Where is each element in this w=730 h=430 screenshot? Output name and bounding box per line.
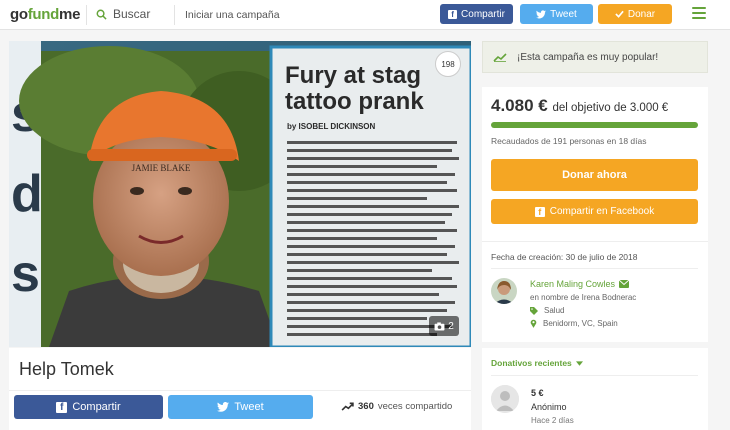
envelope-icon[interactable]: [619, 280, 630, 288]
byline: by ISOBEL DICKINSON: [287, 122, 376, 131]
popular-banner: ¡Esta campaña es muy popular!: [482, 41, 708, 73]
raised-summary: Recaudados de 191 personas en 18 días: [491, 136, 647, 146]
twitter-icon: [217, 402, 230, 412]
gofundme-logo[interactable]: gofundme: [10, 6, 80, 23]
divider: [491, 268, 698, 269]
location: Benidorm, VC, Spain: [530, 319, 618, 328]
facebook-share-button[interactable]: f Compartir: [14, 395, 163, 419]
search-link[interactable]: Buscar: [96, 7, 150, 21]
share-row: f Compartir Tweet 360 veces compartido: [9, 390, 471, 430]
organizer-name[interactable]: Karen Maling Cowles: [530, 279, 630, 289]
search-label: Buscar: [113, 7, 151, 21]
facebook-icon: f: [534, 206, 545, 217]
divider: [491, 375, 698, 376]
svg-text:d: d: [11, 165, 43, 223]
category[interactable]: Salud: [530, 306, 564, 315]
photo-counter-badge: 198: [435, 51, 461, 77]
recent-donations: Donativos recientes 5 € Anónimo Hace 2 d…: [482, 348, 708, 430]
organizer-card: Fecha de creación: 30 de julio de 2018 K…: [482, 241, 708, 342]
svg-text:s: s: [11, 245, 40, 303]
raised-amount: 4.080 € del objetivo de 3.000 €: [491, 96, 669, 115]
donation-time: Hace 2 días: [531, 416, 574, 425]
campaign-title-box: Help Tomek: [9, 348, 471, 390]
hamburger-menu-icon[interactable]: [692, 7, 706, 19]
tag-icon: [530, 306, 538, 315]
header-divider: [86, 5, 87, 25]
header-divider: [174, 5, 175, 25]
donor-name: Anónimo: [531, 402, 567, 412]
donate-now-button[interactable]: Donar ahora: [491, 159, 698, 191]
created-date: Fecha de creación: 30 de julio de 2018: [491, 252, 638, 262]
tweet-button[interactable]: Tweet: [168, 395, 313, 419]
on-behalf-of: en nombre de Irena Bodnerac: [530, 293, 637, 302]
facebook-icon: f: [56, 401, 68, 413]
header-tweet-button[interactable]: Tweet: [520, 4, 593, 24]
checkmark-icon: [615, 10, 624, 18]
header-donate-button[interactable]: Donar: [598, 4, 672, 24]
organizer-avatar[interactable]: [491, 278, 517, 304]
location-pin-icon: [530, 319, 537, 328]
chevron-down-icon: [575, 360, 583, 366]
progress-bar-fill: [491, 122, 698, 128]
top-navbar: gofundme Buscar Iniciar una campaña f Co…: [0, 0, 730, 30]
newspaper-photo: s d s JAMIE BLAKE Fury at stag tattoo pr…: [9, 41, 471, 347]
facebook-share-sidebar-button[interactable]: f Compartir en Facebook: [491, 199, 698, 224]
progress-bar: [491, 122, 698, 128]
trending-icon: [341, 402, 354, 411]
twitter-icon: [536, 9, 547, 18]
svg-text:JAMIE BLAKE: JAMIE BLAKE: [132, 163, 191, 173]
share-count: 360 veces compartido: [341, 401, 452, 412]
campaign-title: Help Tomek: [19, 359, 114, 379]
trending-icon: [493, 53, 507, 62]
recent-donations-toggle[interactable]: Donativos recientes: [491, 358, 583, 368]
facebook-icon: f: [448, 9, 458, 19]
donation-card: 4.080 € del objetivo de 3.000 € Recaudad…: [482, 87, 708, 241]
start-campaign-link[interactable]: Iniciar una campaña: [185, 9, 280, 21]
donor-avatar: [491, 385, 519, 413]
headline-line2: tattoo prank: [285, 88, 424, 115]
header-facebook-share-button[interactable]: f Compartir: [440, 4, 513, 24]
donation-amount: 5 €: [531, 388, 544, 398]
camera-icon: [434, 321, 445, 331]
search-icon: [96, 9, 107, 20]
gallery-button[interactable]: 2: [429, 316, 459, 336]
headline-line1: Fury at stag: [285, 62, 421, 89]
campaign-photo[interactable]: s d s JAMIE BLAKE Fury at stag tattoo pr…: [9, 41, 471, 347]
